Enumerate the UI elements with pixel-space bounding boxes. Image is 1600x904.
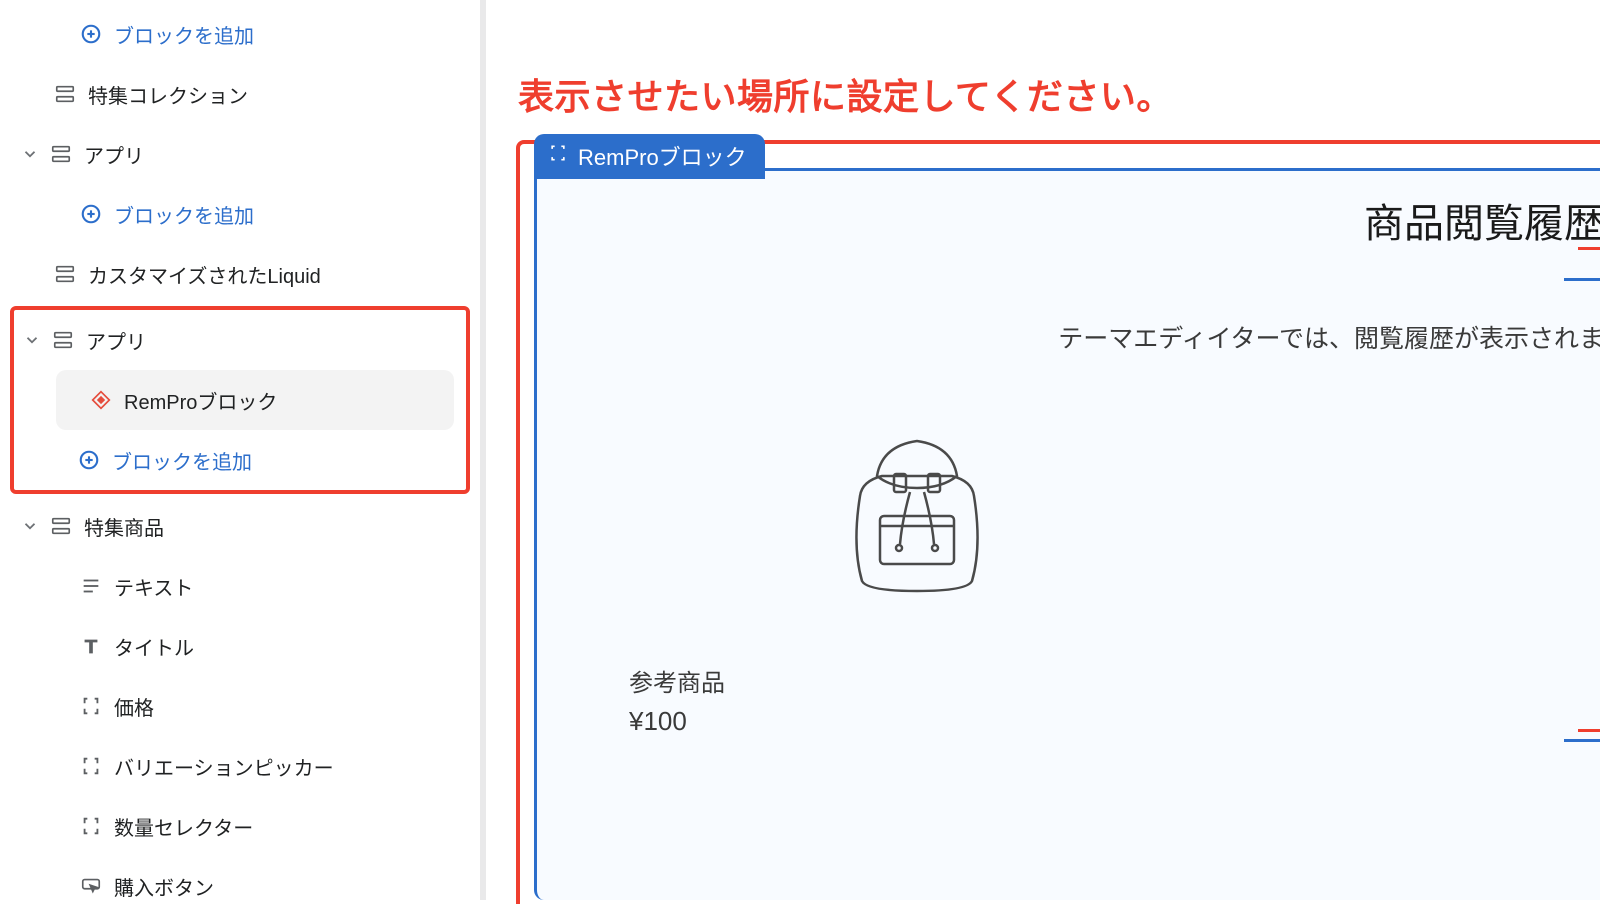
block-label: 価格	[114, 692, 154, 721]
title-t-icon	[78, 633, 104, 659]
block-label: タイトル	[114, 632, 194, 661]
block-label: 購入ボタン	[114, 872, 214, 901]
preview-title: 商品閲覧履歴	[537, 191, 1600, 249]
section-app-1[interactable]: アプリ	[0, 124, 480, 184]
block-variant-picker[interactable]: バリエーションピッカー	[0, 736, 480, 796]
section-label: 特集商品	[84, 512, 164, 541]
sample-product-name: 参考商品	[629, 663, 725, 698]
section-featured-product[interactable]: 特集商品	[0, 496, 480, 556]
plus-circle-icon	[76, 447, 102, 473]
block-buy-button[interactable]: 購入ボタン	[0, 856, 480, 900]
product-placeholder-image	[832, 426, 1002, 600]
block-price[interactable]: 価格	[0, 676, 480, 736]
section-label: アプリ	[84, 140, 144, 169]
section-custom-liquid[interactable]: カスタマイズされたLiquid	[0, 244, 480, 304]
instruction-heading: 表示させたい場所に設定してください。	[518, 68, 1600, 120]
plus-circle-icon	[78, 21, 104, 47]
section-app-2[interactable]: アプリ	[14, 310, 466, 370]
add-block-label: ブロックを追加	[112, 446, 252, 475]
sidebar: ブロックを追加 特集コレクション アプリ ブロックを追加	[0, 0, 486, 900]
main-preview: 表示させたい場所に設定してください。 RemProブロック 商品閲覧履歴 テーマ…	[486, 0, 1600, 900]
brackets-icon	[78, 693, 104, 719]
block-quantity-selector[interactable]: 数量セレクター	[0, 796, 480, 856]
section-icon	[48, 141, 74, 167]
highlight-box: アプリ RemProブロック ブロックを追加	[10, 306, 470, 494]
plus-circle-icon	[78, 201, 104, 227]
text-lines-icon	[78, 573, 104, 599]
rempro-app-icon	[88, 387, 114, 413]
brackets-icon	[78, 753, 104, 779]
add-block-link[interactable]: ブロックを追加	[0, 184, 480, 244]
add-block-link[interactable]: ブロックを追加	[14, 430, 466, 490]
add-block-label: ブロックを追加	[114, 20, 254, 49]
add-block-label: ブロックを追加	[114, 200, 254, 229]
section-icon	[48, 513, 74, 539]
block-tab-label: RemProブロック	[578, 140, 747, 172]
section-label: 特集コレクション	[88, 80, 248, 109]
block-label: テキスト	[114, 572, 193, 601]
block-rempro[interactable]: RemProブロック	[56, 370, 454, 430]
app-root: ブロックを追加 特集コレクション アプリ ブロックを追加	[0, 0, 1600, 900]
block-text[interactable]: テキスト	[0, 556, 480, 616]
block-label: バリエーションピッカー	[114, 752, 334, 781]
marker-icon	[1564, 739, 1600, 742]
chevron-down-icon[interactable]	[18, 142, 42, 166]
section-icon	[52, 261, 78, 287]
section-icon	[52, 81, 78, 107]
expand-icon	[548, 143, 568, 169]
block-tab[interactable]: RemProブロック	[534, 134, 765, 179]
preview-note: テーマエディイターでは、閲覧履歴が表示されま	[1058, 319, 1600, 355]
section-label: アプリ	[86, 326, 146, 355]
marker-icon	[1578, 247, 1600, 250]
marker-icon	[1564, 278, 1600, 281]
cursor-icon	[78, 873, 104, 899]
block-label: 数量セレクター	[114, 812, 253, 841]
chevron-down-icon[interactable]	[18, 514, 42, 538]
section-icon	[50, 327, 76, 353]
block-title[interactable]: タイトル	[0, 616, 480, 676]
section-featured-collection[interactable]: 特集コレクション	[0, 64, 480, 124]
marker-icon	[1578, 729, 1600, 732]
chevron-down-icon[interactable]	[20, 328, 44, 352]
block-label: RemProブロック	[124, 386, 277, 415]
section-label: カスタマイズされたLiquid	[88, 260, 321, 289]
rempro-block-frame[interactable]: RemProブロック 商品閲覧履歴 テーマエディイターでは、閲覧履歴が表示されま	[534, 168, 1600, 900]
brackets-icon	[78, 813, 104, 839]
add-block-link[interactable]: ブロックを追加	[0, 4, 480, 64]
sample-product-price: ¥100	[629, 706, 687, 737]
